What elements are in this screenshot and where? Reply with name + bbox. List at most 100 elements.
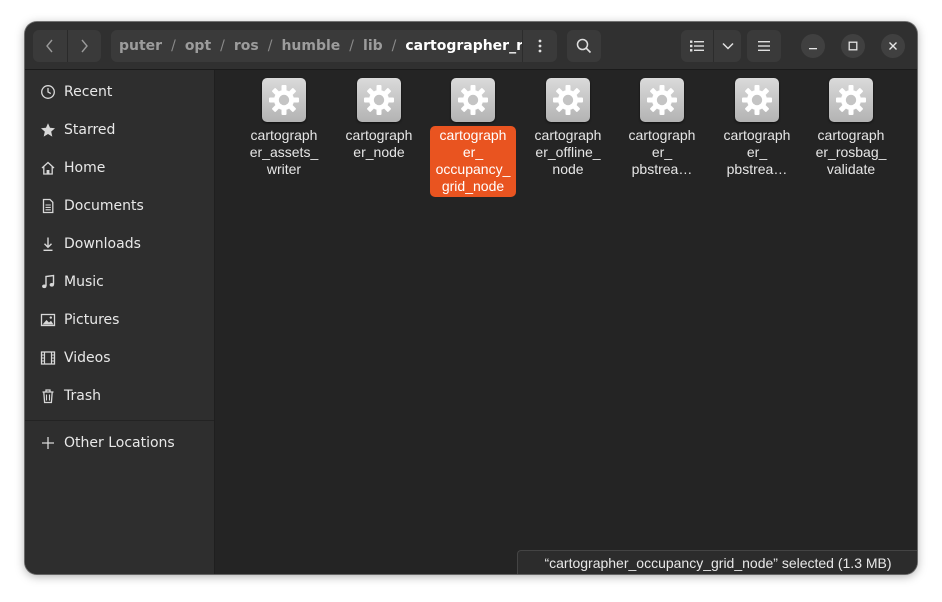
sidebar-item-documents[interactable]: Documents	[25, 187, 214, 225]
file-name-line: pbstrea…	[631, 161, 693, 177]
search-icon	[576, 38, 592, 54]
file-name-line: cartograph	[723, 127, 791, 143]
header-bar: puter/opt/ros/humble/lib/cartographer_ro…	[25, 22, 917, 70]
file-name-line: er_offline_	[535, 144, 601, 160]
breadcrumb-item-humble[interactable]: humble	[275, 38, 346, 54]
breadcrumb-item-cartographer-ros[interactable]: cartographer_ros	[399, 38, 522, 54]
file-name-line: cartograph	[628, 127, 696, 143]
navigation-buttons	[33, 30, 101, 62]
file-name-line: cartograph	[250, 127, 318, 143]
minimize-icon	[809, 48, 817, 50]
file-name-line: cartograph	[817, 127, 885, 143]
path-menu-button[interactable]	[522, 30, 557, 62]
file-name-line: writer	[266, 161, 302, 177]
sidebar-item-downloads[interactable]: Downloads	[25, 225, 214, 263]
list-view-icon	[690, 40, 704, 52]
file-name-line: pbstrea…	[726, 161, 788, 177]
breadcrumb-item-lib[interactable]: lib	[357, 38, 389, 54]
sidebar-item-label: Music	[64, 274, 104, 290]
path-separator: /	[171, 38, 176, 54]
maximize-icon	[848, 41, 858, 51]
breadcrumb-item-puter[interactable]: puter	[113, 38, 168, 54]
file-name-line: er_	[462, 144, 484, 160]
main-menu-button[interactable]	[747, 30, 781, 62]
search-button[interactable]	[567, 30, 601, 62]
back-button[interactable]	[33, 30, 67, 62]
selection-status-text: “cartographer_occupancy_grid_node” selec…	[544, 555, 892, 571]
music-note-icon	[39, 273, 57, 291]
sidebar-item-music[interactable]: Music	[25, 263, 214, 301]
breadcrumb: puter/opt/ros/humble/lib/cartographer_ro…	[111, 30, 522, 62]
home-icon	[39, 159, 57, 177]
breadcrumb-item-ros[interactable]: ros	[228, 38, 265, 54]
plus-icon	[39, 434, 57, 452]
executable-gear-icon	[829, 78, 873, 122]
file-item[interactable]: cartograph er_assets_ writer	[240, 77, 328, 180]
executable-gear-icon	[546, 78, 590, 122]
file-name: cartograph er_assets_ writer	[241, 126, 327, 180]
film-icon	[39, 349, 57, 367]
hamburger-menu-icon	[758, 41, 770, 51]
file-name-line: er_rosbag_	[815, 144, 887, 160]
sidebar-item-starred[interactable]: Starred	[25, 111, 214, 149]
file-name: cartograph er_offline_ node	[525, 126, 611, 180]
file-name-line: er_	[651, 144, 673, 160]
executable-gear-icon	[735, 78, 779, 122]
sidebar-item-label: Trash	[64, 388, 101, 404]
chevron-down-icon	[721, 42, 734, 50]
sidebar-item-label: Recent	[64, 84, 113, 100]
file-name-line: occupancy_	[435, 161, 511, 177]
sidebar-item-other-locations[interactable]: Other Locations	[25, 424, 214, 462]
path-bar: puter/opt/ros/humble/lib/cartographer_ro…	[111, 30, 557, 62]
file-name: cartograph er_rosbag_ validate	[808, 126, 894, 180]
path-separator: /	[220, 38, 225, 54]
sidebar-item-label: Home	[64, 160, 106, 176]
sidebar-item-recent[interactable]: Recent	[25, 73, 214, 111]
path-separator: /	[391, 38, 397, 54]
maximize-button[interactable]	[841, 34, 865, 58]
file-name: cartograph er_ occupancy_ grid_node	[430, 126, 516, 197]
executable-gear-icon	[451, 78, 495, 122]
clock-icon	[39, 83, 57, 101]
file-name-line: er_assets_	[249, 144, 319, 160]
file-item[interactable]: cartograph er_rosbag_ validate	[807, 77, 895, 180]
file-name: cartograph er_ pbstrea…	[619, 126, 705, 180]
sidebar-item-label: Pictures	[64, 312, 120, 328]
sidebar-item-pictures[interactable]: Pictures	[25, 301, 214, 339]
vertical-ellipsis-icon	[538, 39, 542, 53]
sidebar-divider	[25, 420, 214, 421]
file-item[interactable]: cartograph er_ pbstrea…	[713, 77, 801, 180]
document-icon	[39, 197, 57, 215]
forward-button[interactable]	[66, 30, 101, 62]
file-name-line: validate	[826, 161, 876, 177]
file-item[interactable]: cartograph er_ occupancy_ grid_node	[429, 77, 517, 197]
close-button[interactable]	[881, 34, 905, 58]
download-icon	[39, 235, 57, 253]
file-name-line: er_	[746, 144, 768, 160]
star-icon	[39, 121, 57, 139]
file-grid: cartograph er_assets_ writer cartograph er_n…	[215, 70, 917, 574]
file-item[interactable]: cartograph er_offline_ node	[524, 77, 612, 180]
file-name: cartograph er_node	[336, 126, 422, 163]
chevron-left-icon	[45, 39, 53, 53]
executable-gear-icon	[262, 78, 306, 122]
sidebar-item-videos[interactable]: Videos	[25, 339, 214, 377]
sidebar-item-label: Other Locations	[64, 435, 175, 451]
sidebar-item-trash[interactable]: Trash	[25, 377, 214, 415]
sidebar-item-home[interactable]: Home	[25, 149, 214, 187]
list-view-button[interactable]	[681, 30, 713, 62]
minimize-button[interactable]	[801, 34, 825, 58]
status-bar: “cartographer_occupancy_grid_node” selec…	[517, 550, 917, 574]
executable-gear-icon	[640, 78, 684, 122]
file-item[interactable]: cartograph er_node	[335, 77, 423, 163]
file-name-line: node	[552, 161, 584, 177]
file-item[interactable]: cartograph er_ pbstrea…	[618, 77, 706, 180]
sidebar-item-label: Starred	[64, 122, 116, 138]
executable-gear-icon	[357, 78, 401, 122]
view-options-button[interactable]	[713, 30, 741, 62]
close-icon	[889, 42, 897, 50]
picture-icon	[39, 311, 57, 329]
file-name-line: er_node	[353, 144, 405, 160]
breadcrumb-item-opt[interactable]: opt	[179, 38, 217, 54]
view-toggle-group	[681, 30, 741, 62]
